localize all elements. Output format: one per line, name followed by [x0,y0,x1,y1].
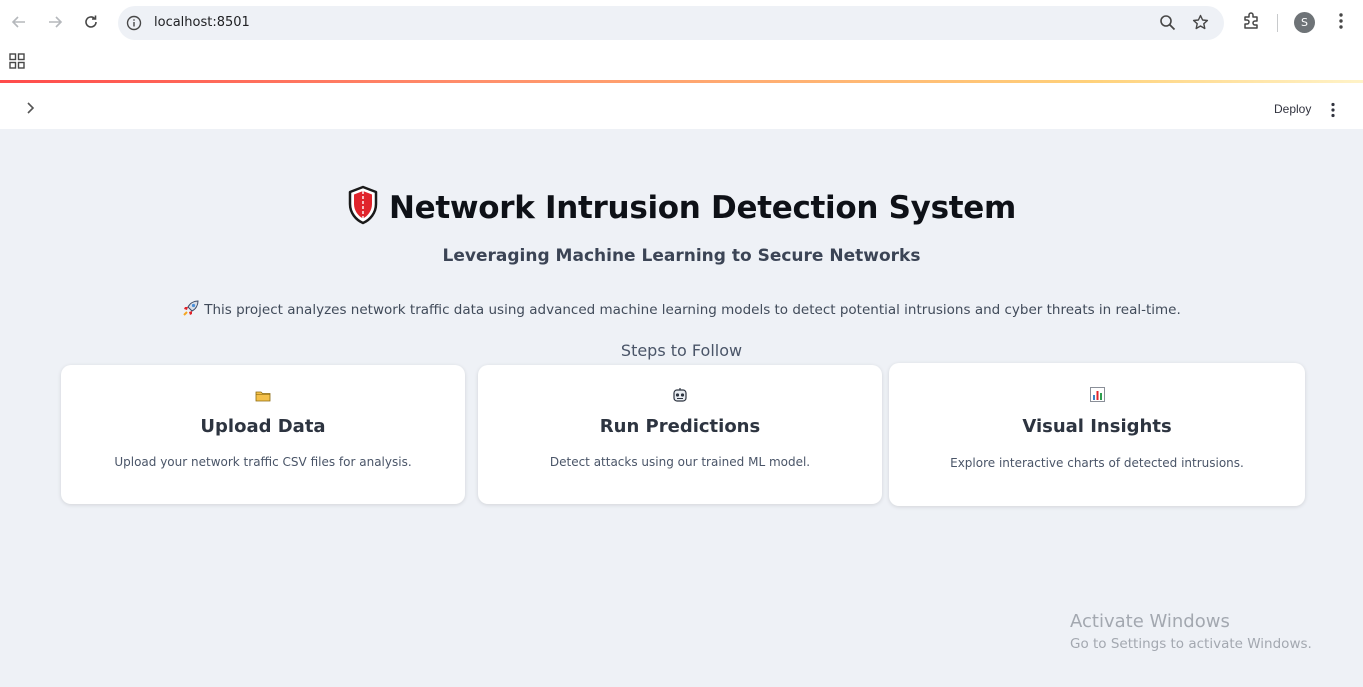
description-text: This project analyzes network traffic da… [204,302,1181,318]
browser-menu-icon[interactable] [1333,11,1349,36]
reload-button[interactable] [80,11,102,33]
back-button[interactable] [8,11,30,33]
step-card-predictions: Run Predictions Detect attacks using our… [478,365,882,504]
windows-activation-watermark: Activate Windows Go to Settings to activ… [1070,611,1312,652]
reload-icon [85,15,97,28]
card-title: Visual Insights [1022,416,1172,437]
page-title: Network Intrusion Detection System [389,189,1016,226]
steps-heading: Steps to Follow [620,341,743,360]
watermark-title: Activate Windows [1070,611,1230,632]
page-subtitle: Leveraging Machine Learning to Secure Ne… [442,246,921,266]
card-text: Upload your network traffic CSV files fo… [114,455,412,469]
bookmark-star-icon[interactable] [1192,14,1209,36]
profile-avatar[interactable]: S [1294,12,1315,33]
card-title: Upload Data [200,416,326,437]
project-description: This project analyzes network traffic da… [0,299,1363,321]
rocket-icon [182,299,200,321]
page-title-row: Network Intrusion Detection System [0,185,1363,230]
back-arrow-icon [11,16,25,28]
bookmarks-bar [0,46,1363,80]
watermark-subtitle: Go to Settings to activate Windows. [1070,636,1312,652]
url-text[interactable]: localhost:8501 [154,15,250,30]
extensions-puzzle-icon[interactable] [1242,11,1261,35]
step-card-insights: Visual Insights Explore interactive char… [889,363,1305,506]
app-header [0,83,1363,129]
card-text: Detect attacks using our trained ML mode… [549,455,811,469]
robot-icon [478,387,882,403]
app-menu-icon[interactable] [1326,101,1340,124]
deploy-button[interactable]: Deploy [1266,100,1319,118]
folder-icon [61,389,465,403]
sidebar-expand-chevron-icon[interactable] [22,100,38,121]
site-info-icon[interactable] [126,15,142,36]
card-text: Explore interactive charts of detected i… [950,456,1244,470]
bar-chart-icon [889,387,1305,402]
toolbar-separator [1277,14,1278,32]
address-bar[interactable]: localhost:8501 [118,6,1224,40]
browser-toolbar: localhost:8501 S [0,0,1363,46]
forward-arrow-icon [49,16,63,28]
shield-icon [347,185,379,230]
forward-button[interactable] [44,11,66,33]
apps-grid-icon[interactable] [8,52,26,75]
step-card-upload: Upload Data Upload your network traffic … [61,365,465,504]
zoom-icon[interactable] [1159,14,1176,36]
card-title: Run Predictions [599,416,761,437]
